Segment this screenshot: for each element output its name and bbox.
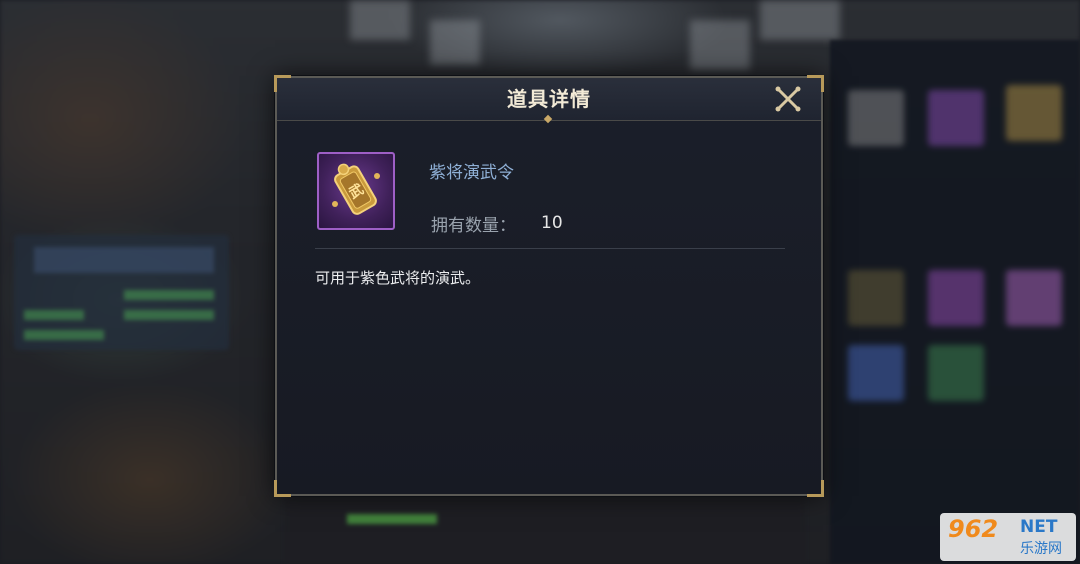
item-details-dialog: 道具详情 武 紫将演武令 拥有数量： 10 可用于紫色武将的演武。 bbox=[274, 75, 824, 497]
watermark-subtitle: 乐游网 bbox=[1020, 541, 1062, 557]
site-watermark: 962 NET 乐游网 bbox=[940, 513, 1076, 561]
item-name: 紫将演武令 bbox=[429, 163, 514, 183]
dialog-title-bar: 道具详情 bbox=[277, 78, 821, 124]
close-button[interactable] bbox=[771, 82, 805, 116]
watermark-brand: 962 bbox=[948, 515, 999, 543]
background-bottom-bar bbox=[285, 500, 805, 564]
item-description: 可用于紫色武将的演武。 bbox=[315, 269, 481, 287]
dialog-title: 道具详情 bbox=[507, 87, 591, 111]
item-icon-slot[interactable]: 武 bbox=[317, 152, 395, 230]
background-window bbox=[690, 20, 750, 70]
close-x-icon bbox=[775, 86, 801, 112]
purple-token-icon: 武 bbox=[332, 163, 380, 215]
background-window bbox=[430, 20, 480, 65]
background-window bbox=[760, 0, 840, 40]
background-right-panel bbox=[830, 40, 1080, 564]
quantity-value: 10 bbox=[541, 213, 563, 233]
background-window bbox=[350, 0, 410, 40]
frame-corner bbox=[807, 480, 824, 497]
divider bbox=[315, 248, 785, 249]
frame-corner bbox=[274, 480, 291, 497]
watermark-suffix: NET bbox=[1020, 517, 1058, 537]
quantity-label: 拥有数量： bbox=[431, 216, 516, 236]
background-left-panel bbox=[14, 235, 229, 350]
